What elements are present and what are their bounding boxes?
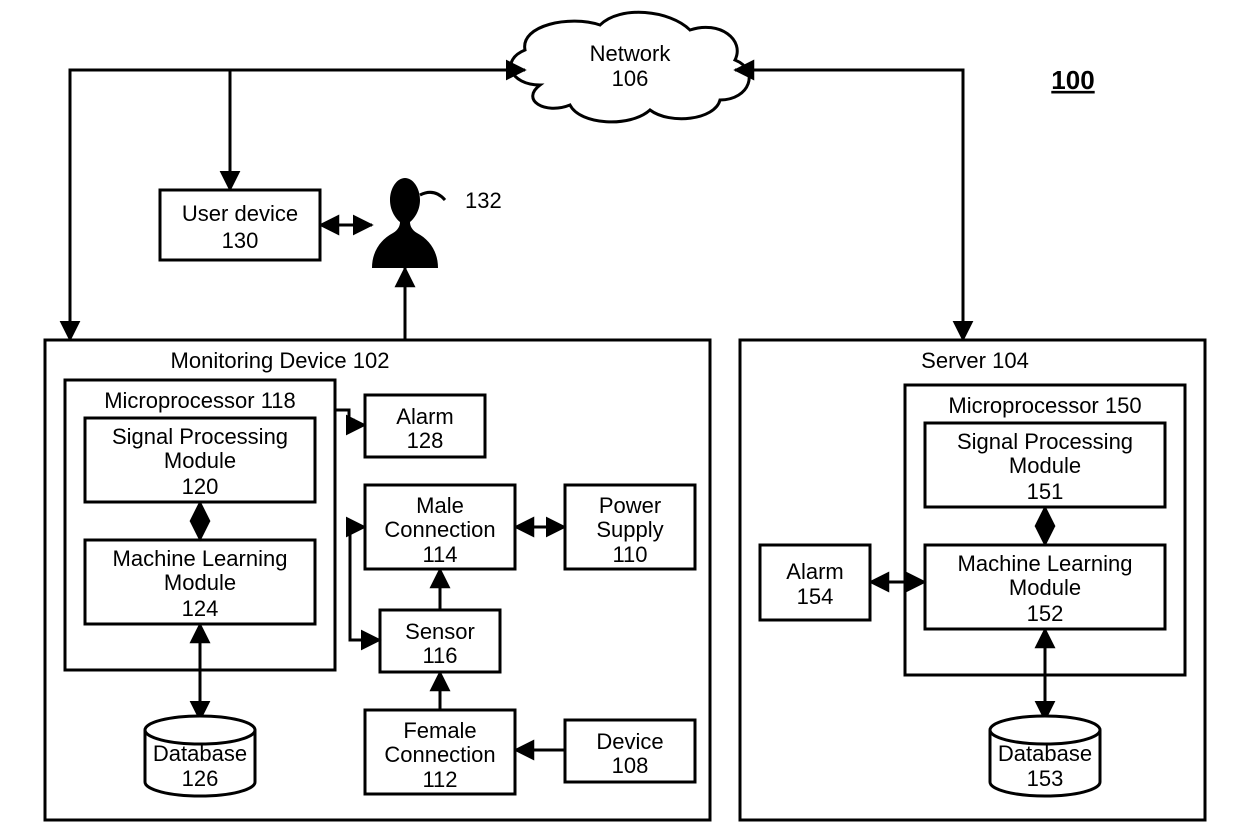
device-box: Device 108 — [565, 720, 695, 782]
sensor-num: 116 — [422, 643, 457, 668]
device-label: Device — [596, 729, 663, 754]
sig-proc-a-num: 120 — [182, 474, 219, 499]
female-conn-box: Female Connection 112 — [365, 710, 515, 794]
system-diagram: 100 Network 106 User device 130 132 Moni… — [0, 0, 1240, 835]
network-label: Network — [590, 41, 672, 66]
device-num: 108 — [612, 753, 649, 778]
ml-b-num: 152 — [1027, 601, 1064, 626]
svg-text:Power: Power — [599, 493, 661, 518]
sensor-box: Sensor 116 — [380, 610, 500, 672]
monitoring-device-label: Monitoring Device 102 — [171, 348, 390, 373]
svg-text:Female: Female — [403, 718, 476, 743]
microprocessor-a-label: Microprocessor 118 — [104, 388, 296, 413]
alarm-a-label: Alarm — [396, 404, 453, 429]
alarm-a-box: Alarm 128 — [365, 395, 485, 457]
sensor-label: Sensor — [405, 619, 475, 644]
alarm-b-num: 154 — [797, 584, 834, 609]
svg-text:Supply: Supply — [596, 517, 663, 542]
svg-text:Signal Processing: Signal Processing — [957, 429, 1133, 454]
male-conn-box: Male Connection 114 — [365, 485, 515, 569]
ml-a-label1: Machine Learning — [113, 546, 288, 571]
figure-ref: 100 — [1051, 65, 1094, 95]
svg-text:Connection: Connection — [384, 742, 495, 767]
ml-a-label2: Module — [164, 570, 236, 595]
database-a-num: 126 — [182, 766, 219, 791]
ml-b-box: Machine Learning Module 152 — [925, 545, 1165, 629]
alarm-b-label: Alarm — [786, 559, 843, 584]
alarm-a-num: 128 — [407, 428, 444, 453]
sig-proc-b-num: 151 — [1027, 479, 1064, 504]
male-conn-num: 114 — [422, 542, 457, 567]
microprocessor-b-label: Microprocessor 150 — [948, 393, 1141, 418]
user-device-box: User device 130 — [160, 190, 320, 260]
server-label: Server 104 — [921, 348, 1029, 373]
svg-text:Module: Module — [1009, 575, 1081, 600]
user-num: 132 — [465, 188, 502, 213]
ml-a-num: 124 — [182, 596, 219, 621]
power-supply-num: 110 — [612, 542, 647, 567]
user-device-num: 130 — [222, 228, 259, 253]
sig-proc-a-box: Signal Processing Module 120 — [85, 418, 315, 502]
database-a-label: Database — [153, 741, 247, 766]
network-cloud: Network 106 — [511, 12, 749, 122]
sig-proc-a-label2: Module — [164, 448, 236, 473]
svg-text:Machine Learning: Machine Learning — [958, 551, 1133, 576]
female-conn-num: 112 — [422, 767, 457, 792]
sig-proc-a-label1: Signal Processing — [112, 424, 288, 449]
arrow-network-server — [735, 70, 963, 340]
ml-a-box: Machine Learning Module 124 — [85, 540, 315, 624]
svg-text:Male: Male — [416, 493, 464, 518]
sig-proc-b-box: Signal Processing Module 151 — [925, 423, 1165, 507]
network-num: 106 — [612, 66, 649, 91]
svg-text:Module: Module — [1009, 453, 1081, 478]
user-icon: 132 — [372, 178, 502, 268]
database-b-num: 153 — [1027, 766, 1064, 791]
alarm-b-box: Alarm 154 — [760, 545, 870, 620]
power-supply-box: Power Supply 110 — [565, 485, 695, 569]
svg-text:Connection: Connection — [384, 517, 495, 542]
user-device-label: User device — [182, 201, 298, 226]
database-b-label: Database — [998, 741, 1092, 766]
